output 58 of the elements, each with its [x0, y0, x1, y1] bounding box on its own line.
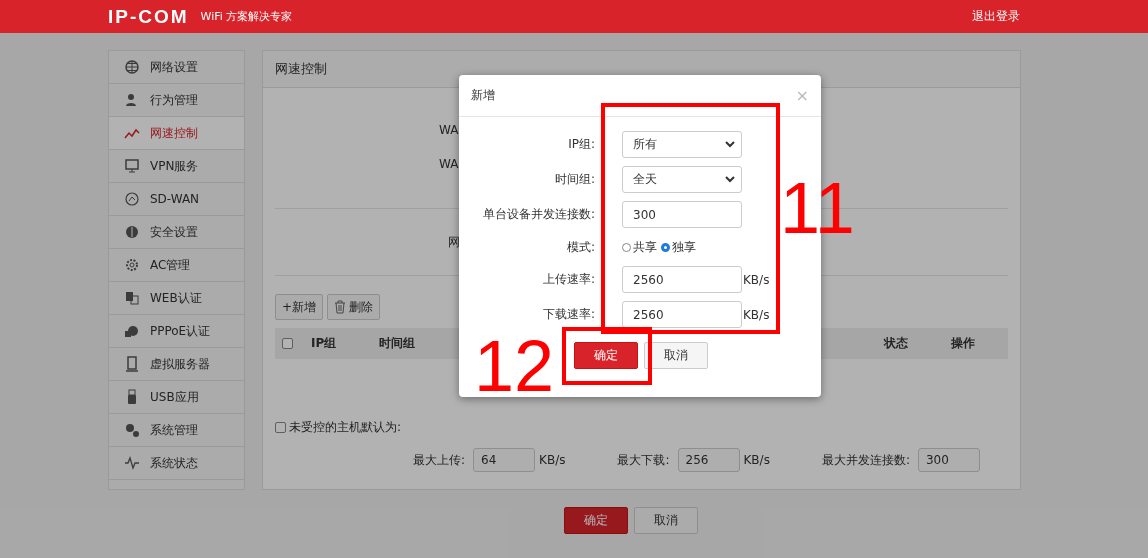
- field-label: 模式:: [565, 238, 595, 256]
- caret-icon: [725, 176, 735, 183]
- gear-icon: [124, 257, 140, 273]
- annotation-number: 11: [780, 172, 855, 244]
- cancel-button[interactable]: 取消: [634, 507, 698, 534]
- dropdown[interactable]: 所有: [622, 131, 742, 158]
- annotation-number: 12: [474, 330, 555, 402]
- radio-label: 独享: [672, 238, 696, 256]
- confirm-button[interactable]: 确定: [574, 342, 638, 369]
- circle-icon: [124, 191, 140, 207]
- field-label: 上传速率:: [541, 271, 595, 288]
- unit-label: KB/s: [743, 307, 770, 322]
- column-header: 状态: [883, 335, 909, 352]
- column-header: 时间组: [378, 335, 416, 352]
- documents-icon: [124, 290, 140, 306]
- field-label: 单台设备并发连接数:: [481, 206, 595, 223]
- globe-icon: [124, 59, 140, 75]
- caret-icon: [725, 141, 735, 148]
- field-label: WA: [439, 123, 459, 137]
- input-field[interactable]: 2560: [622, 301, 742, 328]
- dialog-title: 新增: [471, 87, 495, 104]
- column-header: 操作: [950, 335, 976, 352]
- field-label: 最大下载:: [617, 451, 670, 469]
- tagline: WiFi 方案解决专家: [200, 9, 293, 24]
- field-label: WA: [439, 157, 459, 171]
- field-label: 最大上传:: [413, 451, 466, 469]
- delete-button[interactable]: 删除: [327, 294, 381, 320]
- checkbox[interactable]: [282, 338, 293, 349]
- unit-label: KB/s: [539, 453, 566, 467]
- input-field[interactable]: 300: [622, 201, 742, 228]
- logout-link[interactable]: 退出登录: [972, 8, 1020, 25]
- field-label: 网: [448, 233, 460, 251]
- unit-label: KB/s: [743, 453, 770, 467]
- add-button[interactable]: +新增: [275, 294, 324, 320]
- input-field[interactable]: 2560: [622, 266, 742, 293]
- radio-button[interactable]: [661, 242, 670, 252]
- monitor-icon: [124, 158, 140, 174]
- input-field[interactable]: 64: [473, 448, 536, 472]
- logo: IP-COM: [108, 5, 189, 28]
- sidebar-item[interactable]: 网速控制: [109, 117, 244, 150]
- radio-label: 共享: [633, 238, 657, 256]
- field-label: IP组:: [567, 136, 595, 153]
- server-icon: [124, 356, 140, 372]
- checkbox-label: 未受控的主机默认为:: [289, 419, 402, 436]
- radio-button[interactable]: [622, 242, 631, 252]
- field-label: 时间组:: [553, 171, 595, 188]
- dropdown[interactable]: 全天: [622, 166, 742, 193]
- checkbox[interactable]: [275, 422, 286, 433]
- column-header: IP组: [311, 335, 338, 352]
- input-field[interactable]: 256: [677, 448, 740, 472]
- input-field[interactable]: 300: [917, 448, 980, 472]
- confirm-button[interactable]: 确定: [564, 507, 628, 534]
- trash-icon: [334, 300, 347, 314]
- unit-label: KB/s: [743, 272, 770, 287]
- field-label: 下载速率:: [541, 306, 595, 323]
- pulse-icon: [124, 455, 140, 471]
- field-label: 最大并发连接数:: [821, 451, 910, 469]
- cancel-button[interactable]: 取消: [644, 342, 708, 369]
